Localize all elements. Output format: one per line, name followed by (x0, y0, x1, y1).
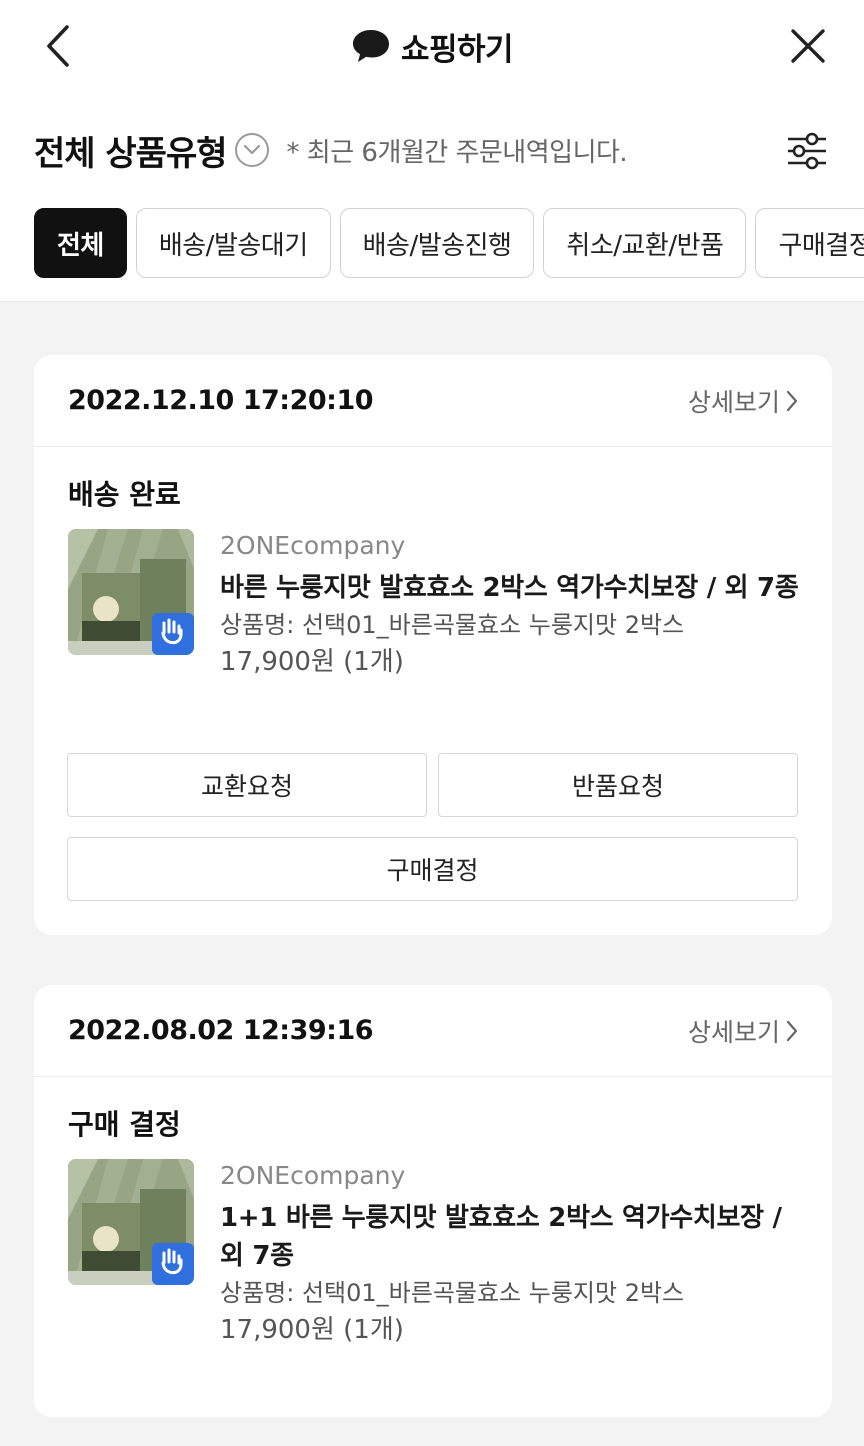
product-item[interactable]: 2ONEcompany 1+1 바른 누룽지맛 발효효소 2박스 역가수치보장 … (68, 1159, 808, 1359)
exchange-request-button[interactable]: 교환요청 (67, 753, 427, 817)
product-info: 2ONEcompany 1+1 바른 누룽지맛 발효효소 2박스 역가수치보장 … (220, 1159, 805, 1349)
order-date: 2022.08.02 12:39:16 (68, 1015, 374, 1046)
order-date: 2022.12.10 17:20:10 (68, 385, 374, 416)
product-name[interactable]: 1+1 바른 누룽지맛 발효효소 2박스 역가수치보장 / 외 7종 (220, 1199, 805, 1275)
purchase-confirm-button[interactable]: 구매결정 (67, 837, 798, 901)
filter-row: 전체 상품유형 * 최근 6개월간 주문내역입니다. (34, 122, 834, 178)
product-thumbnail[interactable] (68, 529, 194, 655)
seller-name: 2ONEcompany (220, 531, 406, 560)
order-detail-link[interactable]: 상세보기 (688, 1013, 798, 1049)
product-image (68, 1159, 194, 1285)
product-info: 2ONEcompany 바른 누룽지맛 발효효소 2박스 역가수치보장 / 외 … (220, 529, 805, 681)
tab-cancel-exchange-return[interactable]: 취소/교환/반품 (543, 208, 747, 278)
chevron-right-icon (786, 390, 798, 411)
order-status: 구매 결정 (68, 1108, 181, 1141)
chevron-right-icon (786, 1020, 798, 1041)
order-status: 배송 완료 (68, 478, 181, 511)
filter-settings-button[interactable] (780, 126, 834, 176)
close-button[interactable] (784, 22, 832, 70)
period-note: * 최근 6개월간 주문내역입니다. (286, 137, 628, 168)
tab-all[interactable]: 전체 (34, 208, 127, 278)
chevron-left-icon (47, 25, 69, 67)
nav-bar: 쇼핑하기 (0, 0, 864, 92)
detail-label: 상세보기 (687, 1017, 780, 1047)
tab-purchase-confirmed[interactable]: 구매결정 (755, 208, 864, 278)
return-request-button[interactable]: 반품요청 (438, 753, 798, 817)
sliders-icon (788, 132, 826, 170)
order-card-header: 2022.12.10 17:20:10 상세보기 (34, 355, 832, 447)
product-type-label[interactable]: 전체 상품유형 (34, 126, 228, 175)
tab-in-shipment[interactable]: 배송/발송진행 (339, 208, 535, 278)
chevron-down-icon (243, 144, 260, 155)
product-image (68, 529, 194, 655)
back-button[interactable] (36, 22, 80, 70)
status-tabs: 전체 배송/발송대기 배송/발송진행 취소/교환/반품 구매결정 (34, 208, 864, 278)
product-price: 17,900원 (1개) (220, 647, 404, 677)
order-detail-link[interactable]: 상세보기 (688, 383, 798, 419)
detail-label: 상세보기 (687, 387, 780, 417)
product-type-dropdown[interactable] (234, 133, 269, 167)
order-card: 2022.12.10 17:20:10 상세보기 배송 완료 2ONEcompa… (34, 355, 832, 935)
header-area: 쇼핑하기 전체 상품유형 * 최근 6개월간 주문내역입니다. 전체 배송/발송… (0, 0, 864, 302)
chat-bubble-icon (352, 30, 389, 62)
product-option: 상품명: 선택01_바른곡물효소 누룽지맛 2박스 (220, 1279, 685, 1307)
close-icon (791, 29, 825, 63)
order-card-header: 2022.08.02 12:39:16 상세보기 (34, 985, 832, 1077)
product-thumbnail[interactable] (68, 1159, 194, 1285)
product-name[interactable]: 바른 누룽지맛 발효효소 2박스 역가수치보장 / 외 7종 (220, 569, 805, 607)
page-title: 쇼핑하기 (400, 31, 514, 68)
seller-name: 2ONEcompany (220, 1161, 406, 1190)
product-price: 17,900원 (1개) (220, 1315, 404, 1345)
product-item[interactable]: 2ONEcompany 바른 누룽지맛 발효효소 2박스 역가수치보장 / 외 … (68, 529, 808, 719)
product-option: 상품명: 선택01_바른곡물효소 누룽지맛 2박스 (220, 611, 685, 639)
tab-awaiting-shipment[interactable]: 배송/발송대기 (135, 208, 331, 278)
order-card: 2022.08.02 12:39:16 상세보기 구매 결정 2ONEcompa… (34, 985, 832, 1417)
